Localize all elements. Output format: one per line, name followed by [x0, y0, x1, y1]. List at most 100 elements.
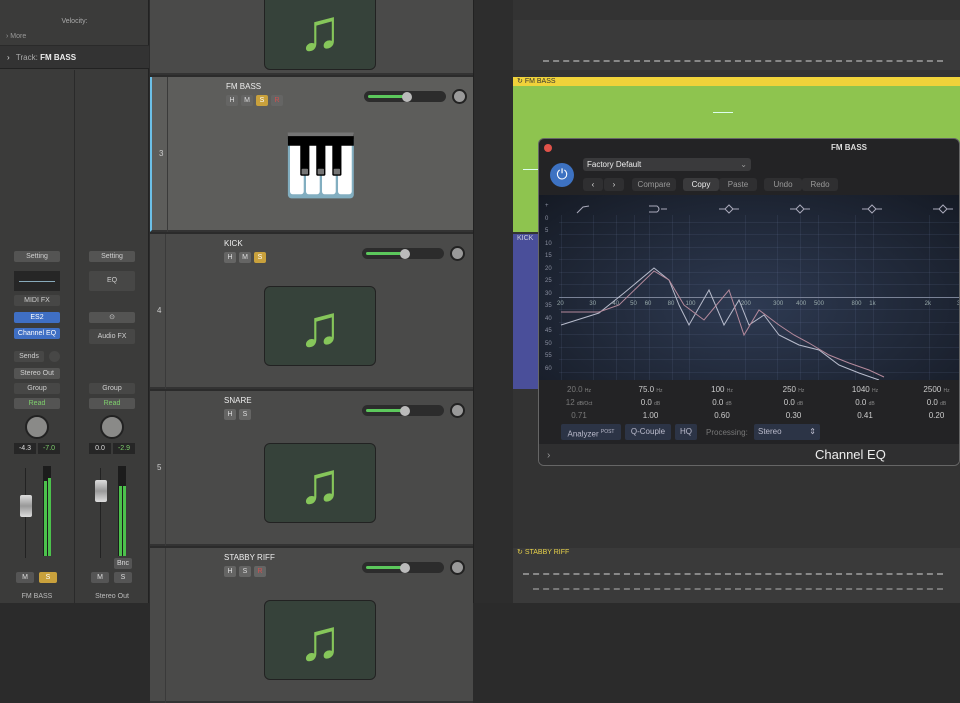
copy-button[interactable]: Copy	[683, 178, 719, 191]
band-parameters[interactable]: 100 Hz0.0 dB0.60	[692, 384, 752, 422]
hq-button[interactable]: HQ	[675, 424, 697, 440]
band-q[interactable]: 0.20	[907, 410, 960, 422]
mute-button[interactable]: M	[91, 572, 109, 583]
band-frequency[interactable]: 2500 Hz	[907, 384, 960, 397]
eq-display[interactable]: EQ	[89, 271, 135, 291]
sends-slot[interactable]: Sends	[14, 351, 44, 362]
track-volume-slider[interactable]	[364, 91, 446, 102]
band-q[interactable]: 0.71	[549, 410, 609, 422]
compare-button[interactable]: Compare	[632, 178, 676, 191]
band-parameters[interactable]: 250 Hz0.0 dB0.30	[764, 384, 824, 422]
track-volume-slider[interactable]	[362, 405, 444, 416]
track-header[interactable]: 3 FM BASS HMSR 🎹	[150, 77, 473, 232]
next-preset-button[interactable]: ›	[604, 178, 624, 191]
band-q[interactable]: 0.41	[835, 410, 895, 422]
power-icon[interactable]: ⏻	[550, 163, 574, 187]
analyzer-curve	[561, 268, 879, 380]
automation-mode[interactable]: Read	[14, 398, 60, 409]
band-gain[interactable]: 0.0 dB	[764, 397, 824, 410]
automation-mode[interactable]: Read	[89, 398, 135, 409]
track-m-button[interactable]: M	[241, 95, 253, 106]
processing-dropdown[interactable]: Stereo⇕	[754, 424, 820, 440]
solo-button[interactable]: S	[39, 572, 57, 583]
region-stabby-riff[interactable]: ↻ STABBY RIFF	[513, 548, 960, 603]
redo-button[interactable]: Redo	[802, 178, 838, 191]
track-r-button[interactable]: R	[254, 566, 266, 577]
analyzer-button[interactable]: Analyzer POST	[561, 424, 621, 440]
group-slot[interactable]: Group	[89, 383, 135, 394]
track-buttons: HSR	[224, 566, 266, 577]
midi-fx-display[interactable]	[14, 271, 60, 291]
bell-handle-icon	[933, 205, 953, 213]
pan-knob[interactable]	[100, 415, 124, 439]
track-pan-knob[interactable]	[450, 560, 465, 575]
band-parameters[interactable]: 75.0 Hz0.0 dB1.00	[621, 384, 681, 422]
volume-fader[interactable]	[20, 495, 32, 517]
track-m-button[interactable]: M	[239, 252, 251, 263]
track-h-button[interactable]: H	[224, 566, 236, 577]
volume-fader[interactable]	[95, 480, 107, 502]
setting-button[interactable]: Setting	[14, 251, 60, 262]
band-frequency[interactable]: 1040 Hz	[835, 384, 895, 397]
track-name: SNARE	[224, 396, 252, 405]
track-h-button[interactable]: H	[224, 409, 236, 420]
band-frequency[interactable]: 75.0 Hz	[621, 384, 681, 397]
midi-region-above[interactable]	[513, 20, 960, 70]
q-couple-button[interactable]: Q-Couple	[625, 424, 671, 440]
track-s-button[interactable]: S	[239, 409, 251, 420]
track-header[interactable]: STABBY RIFF HSR ♫	[150, 548, 473, 703]
preset-dropdown[interactable]: Factory Default⌄	[583, 158, 751, 171]
more-disclosure[interactable]: › More	[6, 33, 26, 40]
bounce-button[interactable]: Bnc	[114, 558, 132, 569]
track-pan-knob[interactable]	[450, 403, 465, 418]
band-gain[interactable]: 0.0 dB	[907, 397, 960, 410]
track-pan-knob[interactable]	[452, 89, 467, 104]
analyzer-label: Analyzer	[568, 430, 599, 439]
audio-fx-slot[interactable]: Audio FX	[89, 329, 135, 344]
mute-button[interactable]: M	[16, 572, 34, 583]
band-frequency[interactable]: 250 Hz	[764, 384, 824, 397]
track-pan-knob[interactable]	[450, 246, 465, 261]
pan-knob[interactable]	[25, 415, 49, 439]
track-r-button[interactable]: R	[271, 95, 283, 106]
band-gain[interactable]: 12 dB/Oct	[549, 397, 609, 410]
band-gain[interactable]: 0.0 dB	[621, 397, 681, 410]
link-icon[interactable]: ⊙	[89, 312, 135, 323]
track-volume-slider[interactable]	[362, 562, 444, 573]
band-parameters[interactable]: 20.0 Hz12 dB/Oct0.71	[549, 384, 609, 422]
band-frequency[interactable]: 100 Hz	[692, 384, 752, 397]
expand-chevron-icon[interactable]: ›	[547, 450, 550, 461]
low-cut-handle-icon	[577, 206, 589, 213]
track-s-button[interactable]: S	[254, 252, 266, 263]
output-slot[interactable]: Stereo Out	[14, 368, 60, 379]
band-q[interactable]: 1.00	[621, 410, 681, 422]
track-s-button[interactable]: S	[239, 566, 251, 577]
track-h-button[interactable]: H	[224, 252, 236, 263]
send-knob[interactable]	[49, 351, 60, 362]
midi-fx-slot[interactable]: MIDI FX	[14, 295, 60, 306]
track-header[interactable]: 4 KICK HMS ♫	[150, 234, 473, 389]
track-header[interactable]: 5 SNARE HS ♫	[150, 391, 473, 546]
prev-preset-button[interactable]: ‹	[583, 178, 603, 191]
setting-button[interactable]: Setting	[89, 251, 135, 262]
track-s-button[interactable]: S	[256, 95, 268, 106]
band-parameters[interactable]: 1040 Hz0.0 dB0.41	[835, 384, 895, 422]
track-header-above[interactable]: ♫	[150, 0, 473, 75]
group-slot[interactable]: Group	[14, 383, 60, 394]
paste-button[interactable]: Paste	[719, 178, 757, 191]
track-volume-slider[interactable]	[362, 248, 444, 259]
track-inspector-header[interactable]: › Track: FM BASS	[0, 45, 149, 69]
band-frequency[interactable]: 20.0 Hz	[549, 384, 609, 397]
band-q[interactable]: 0.60	[692, 410, 752, 422]
instrument-slot-es2[interactable]: ES2	[14, 312, 60, 323]
insert-slot-channel-eq[interactable]: Channel EQ	[14, 328, 60, 339]
solo-button[interactable]: S	[114, 572, 132, 583]
band-gain[interactable]: 0.0 dB	[692, 397, 752, 410]
band-q[interactable]: 0.30	[764, 410, 824, 422]
track-h-button[interactable]: H	[226, 95, 238, 106]
band-gain[interactable]: 0.0 dB	[835, 397, 895, 410]
undo-button[interactable]: Undo	[764, 178, 802, 191]
eq-graph[interactable]: +051015202530354045505560 20304050608010…	[539, 195, 960, 380]
level-meter	[118, 466, 126, 556]
band-parameters[interactable]: 2500 Hz0.0 dB0.20	[907, 384, 960, 422]
